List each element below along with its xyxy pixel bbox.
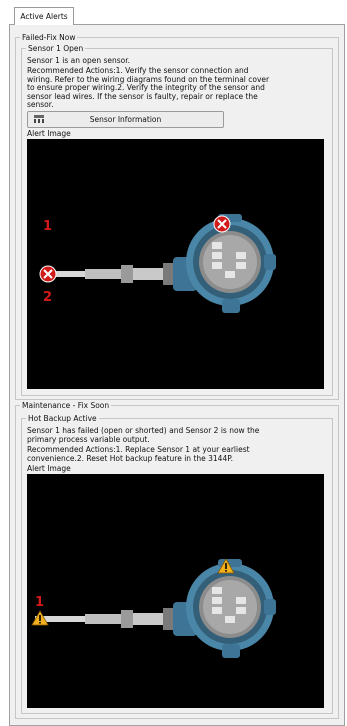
recommended-actions-line-2: convenience.2. Reset Hot backup feature … [27, 453, 233, 463]
alert-description: Sensor 1 is an open sensor. [27, 56, 131, 65]
marker-1: 1 [35, 595, 45, 610]
active-alerts-panel: Failed-Fix Now Sensor 1 Open Sensor 1 is… [9, 24, 345, 726]
recommended-actions-line-5: sensor. [27, 100, 54, 110]
alert-image: 1 [27, 474, 324, 708]
maintenance-fix-soon-group: Maintenance - Fix Soon Hot Backup Active… [15, 400, 339, 719]
transmitter-illustration [35, 559, 276, 658]
housing-error-icon [213, 215, 231, 235]
alert-image-label: Alert Image [27, 464, 71, 473]
recommended-actions-line-4: sensor lead wires. If the sensor is faul… [27, 91, 258, 101]
housing-warning-icon [217, 558, 235, 576]
sensor-1-open-alert: Sensor 1 Open Sensor 1 is an open sensor… [21, 43, 333, 396]
hot-backup-active-alert: Hot Backup Active Sensor 1 has failed (o… [21, 413, 333, 714]
failed-fix-now-legend: Failed-Fix Now [20, 32, 78, 43]
maintenance-fix-soon-legend: Maintenance - Fix Soon [20, 400, 112, 411]
alert-description-line-2: primary process variable output. [27, 434, 150, 444]
alert-title: Sensor 1 Open [26, 43, 86, 54]
sensor-information-button[interactable]: Sensor Information [27, 111, 224, 128]
marker-2: 2 [43, 290, 53, 305]
sensor-tip-error-icon [39, 265, 57, 285]
alert-image-label: Alert Image [27, 129, 71, 138]
sensor-info-icon [33, 114, 45, 129]
alert-image: 1 2 [27, 139, 324, 389]
transmitter-illustration [45, 214, 276, 313]
sensor-tip-warning-icon [31, 610, 49, 628]
failed-fix-now-group: Failed-Fix Now Sensor 1 Open Sensor 1 is… [15, 32, 339, 400]
sensor-information-label: Sensor Information [89, 115, 162, 124]
marker-1: 1 [43, 219, 53, 234]
tab-active-alerts[interactable]: Active Alerts [14, 7, 74, 25]
alert-title: Hot Backup Active [26, 413, 99, 424]
